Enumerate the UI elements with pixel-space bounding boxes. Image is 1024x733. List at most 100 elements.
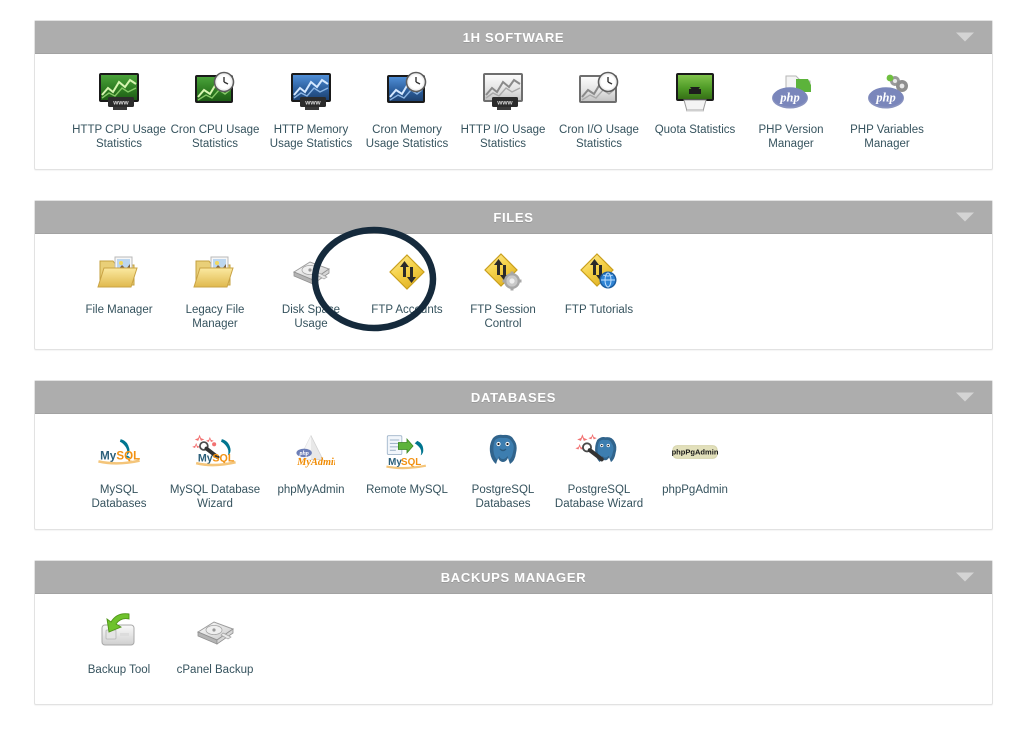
feature-label: MySQL Database Wizard	[169, 484, 261, 510]
green-monitor-download-icon	[671, 68, 719, 116]
feature-label: Quota Statistics	[654, 124, 736, 136]
postgresql-wizard-wand-icon	[575, 428, 623, 476]
hard-disk-icon	[287, 248, 335, 296]
cpanel-feature-grid: 1H SOFTWARE www HTTP CPU Usage Statistic…	[0, 0, 1024, 733]
svg-text:phpPgAdmin: phpPgAdmin	[672, 448, 719, 457]
chevron-down-icon[interactable]	[956, 392, 974, 402]
feature-cron-io-usage-statistics[interactable]: Cron I/O Usage Statistics	[551, 68, 647, 151]
chevron-down-icon[interactable]	[956, 572, 974, 582]
feature-legacy-file-manager[interactable]: Legacy File Manager	[167, 248, 263, 331]
section-title: BACKUPS MANAGER	[440, 569, 587, 585]
section-header-1h-software[interactable]: 1H SOFTWARE	[35, 21, 992, 54]
feature-label: phpMyAdmin	[277, 484, 345, 496]
feature-cpanel-backup[interactable]: cPanel Backup	[167, 608, 263, 677]
feature-label: Cron Memory Usage Statistics	[365, 124, 449, 150]
feature-http-cpu-usage-statistics[interactable]: www HTTP CPU Usage Statistics	[71, 68, 167, 151]
section-title: 1H SOFTWARE	[462, 29, 565, 45]
feature-php-version-manager[interactable]: php PHP Version Manager	[743, 68, 839, 151]
feature-label: MySQL Databases	[91, 484, 147, 510]
feature-http-memory-usage-statistics[interactable]: www HTTP Memory Usage Statistics	[263, 68, 359, 151]
feature-ftp-accounts[interactable]: FTP Accounts	[359, 248, 455, 317]
remote-mysql-icon: My SQL	[383, 428, 431, 476]
feature-label: cPanel Backup	[176, 664, 254, 676]
feature-label: PHP Version Manager	[758, 124, 824, 150]
php-folder-icon: php	[767, 68, 815, 116]
yellow-folder-image-icon	[95, 248, 143, 296]
feature-mysql-database-wizard[interactable]: My SQL MySQL Database Wizard	[167, 428, 263, 511]
feature-label: FTP Tutorials	[564, 304, 634, 316]
phpmyadmin-icon: php MyAdmin	[287, 428, 335, 476]
feature-cron-cpu-usage-statistics[interactable]: Cron CPU Usage Statistics	[167, 68, 263, 151]
section-panel-files: FILES File Manager Legacy File Manager D…	[34, 200, 993, 350]
feature-ftp-session-control[interactable]: FTP Session Control	[455, 248, 551, 331]
feature-postgresql-databases[interactable]: PostgreSQL Databases	[455, 428, 551, 511]
gray-monitor-chart-clock-icon	[575, 68, 623, 116]
feature-label: Backup Tool	[87, 664, 151, 676]
svg-text:www: www	[112, 100, 129, 107]
feature-quota-statistics[interactable]: Quota Statistics	[647, 68, 743, 137]
feature-label: PostgreSQL Database Wizard	[554, 484, 644, 510]
svg-text:php: php	[875, 91, 895, 105]
feature-label: Cron CPU Usage Statistics	[170, 124, 260, 150]
section-header-backups-manager[interactable]: BACKUPS MANAGER	[35, 561, 992, 594]
feature-phpmyadmin[interactable]: php MyAdmin phpMyAdmin	[263, 428, 359, 497]
chevron-down-icon[interactable]	[956, 212, 974, 222]
feature-label: PHP Variables Manager	[850, 124, 924, 150]
ftp-diamond-gear-icon	[479, 248, 527, 296]
postgresql-elephant-icon	[479, 428, 527, 476]
section-body-databases: My SQL MySQL Databases My SQL MySQL Data…	[35, 414, 992, 529]
feature-label: PostgreSQL Databases	[471, 484, 535, 510]
svg-text:www: www	[304, 100, 321, 107]
backup-restore-arrow-icon	[95, 608, 143, 656]
feature-mysql-databases[interactable]: My SQL MySQL Databases	[71, 428, 167, 511]
hard-disk-icon	[191, 608, 239, 656]
feature-remote-mysql[interactable]: My SQL Remote MySQL	[359, 428, 455, 497]
section-title: FILES	[493, 209, 534, 225]
blue-monitor-chart-www-icon: www	[287, 68, 335, 116]
svg-text:php: php	[779, 91, 799, 105]
section-panel-1h-software: 1H SOFTWARE www HTTP CPU Usage Statistic…	[34, 20, 993, 170]
php-gear-icon: php	[863, 68, 911, 116]
section-header-files[interactable]: FILES	[35, 201, 992, 234]
feature-label: HTTP CPU Usage Statistics	[72, 124, 166, 150]
section-body-files: File Manager Legacy File Manager Disk Sp…	[35, 234, 992, 349]
svg-text:My: My	[100, 451, 117, 463]
section-body-backups-manager: Backup Tool cPanel Backup	[35, 594, 992, 704]
feature-label: FTP Accounts	[371, 304, 443, 316]
section-title: DATABASES	[470, 389, 557, 405]
feature-label: HTTP Memory Usage Statistics	[269, 124, 353, 150]
feature-disk-space-usage[interactable]: Disk Space Usage	[263, 248, 359, 331]
feature-label: Disk Space Usage	[281, 304, 341, 330]
feature-phppgadmin[interactable]: phpPgAdmin phpPgAdmin	[647, 428, 743, 497]
feature-http-io-usage-statistics[interactable]: www HTTP I/O Usage Statistics	[455, 68, 551, 151]
feature-cron-memory-usage-statistics[interactable]: Cron Memory Usage Statistics	[359, 68, 455, 151]
feature-php-variables-manager[interactable]: php PHP Variables Manager	[839, 68, 935, 151]
feature-label: Remote MySQL	[366, 484, 448, 496]
ftp-diamond-globe-icon	[575, 248, 623, 296]
feature-ftp-tutorials[interactable]: FTP Tutorials	[551, 248, 647, 317]
feature-postgresql-database-wizard[interactable]: PostgreSQL Database Wizard	[551, 428, 647, 511]
mysql-dolphin-icon: My SQL	[95, 428, 143, 476]
mysql-wizard-wand-icon: My SQL	[191, 428, 239, 476]
feature-label: Cron I/O Usage Statistics	[559, 124, 639, 150]
green-monitor-chart-clock-icon	[191, 68, 239, 116]
blue-monitor-chart-clock-icon	[383, 68, 431, 116]
feature-label: FTP Session Control	[470, 304, 536, 330]
svg-text:www: www	[496, 100, 513, 107]
feature-label: File Manager	[85, 304, 153, 316]
feature-label: HTTP I/O Usage Statistics	[460, 124, 546, 150]
section-header-databases[interactable]: DATABASES	[35, 381, 992, 414]
green-monitor-chart-www-icon: www	[95, 68, 143, 116]
chevron-down-icon[interactable]	[956, 32, 974, 42]
phppgadmin-icon: phpPgAdmin	[671, 428, 719, 476]
feature-label: Legacy File Manager	[185, 304, 245, 330]
gray-monitor-chart-www-icon: www	[479, 68, 527, 116]
section-panel-backups-manager: BACKUPS MANAGER Backup Tool cPanel Backu…	[34, 560, 993, 705]
feature-label: phpPgAdmin	[662, 484, 728, 496]
feature-file-manager[interactable]: File Manager	[71, 248, 167, 317]
ftp-diamond-arrows-icon	[383, 248, 431, 296]
feature-backup-tool[interactable]: Backup Tool	[71, 608, 167, 677]
section-panel-databases: DATABASES My SQL MySQL Databases My SQL …	[34, 380, 993, 530]
yellow-folder-image-icon	[191, 248, 239, 296]
svg-text:My: My	[198, 452, 213, 464]
